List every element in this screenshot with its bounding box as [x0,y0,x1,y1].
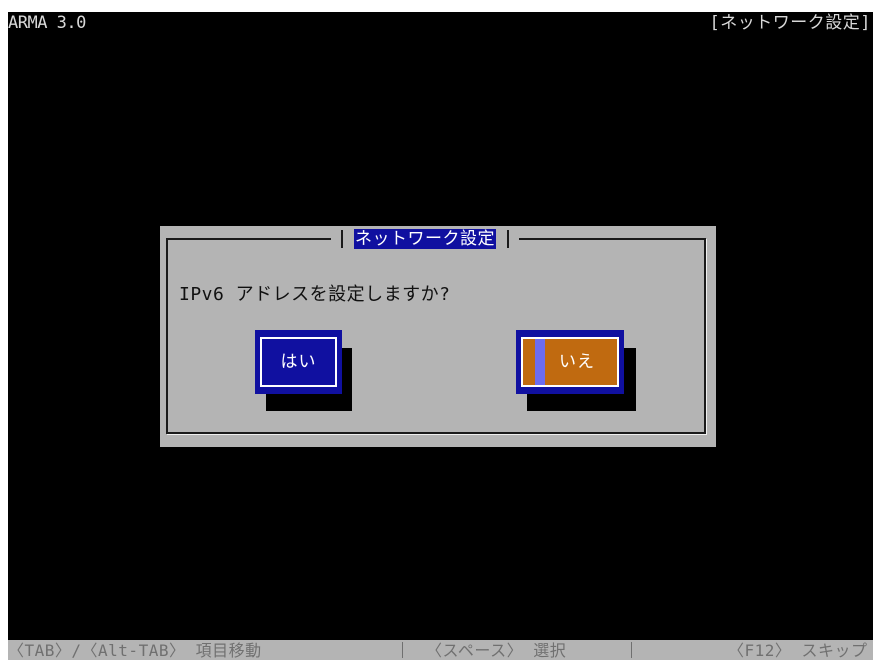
yes-button-frame: はい [260,337,337,387]
top-bar: ARMA 3.0 [ネットワーク設定] [8,12,873,34]
terminal-screen: ARMA 3.0 [ネットワーク設定] ネットワーク設定 IPv6 アドレスを設… [8,12,873,660]
status-divider [631,642,632,658]
status-divider [402,642,403,658]
status-hint-f12: 〈F12〉 スキップ [728,641,868,660]
no-button-label: いえ [559,352,595,372]
no-button-frame: いえ [521,337,619,387]
screen-title: [ネットワーク設定] [709,13,871,33]
no-button-focus-highlight: いえ [523,339,617,385]
title-right-divider [507,230,509,248]
status-bar: 〈TAB〉/〈Alt-TAB〉 項目移動 〈スペース〉 選択 〈F12〉 スキッ… [8,640,873,660]
no-button[interactable]: いえ [516,330,624,394]
text-cursor [535,339,545,385]
dialog-question: IPv6 アドレスを設定しますか? [179,284,451,305]
title-left-divider [341,230,343,248]
app-title: ARMA 3.0 [8,13,86,33]
status-hint-tab: 〈TAB〉/〈Alt-TAB〉 項目移動 [8,641,262,660]
yes-button-label: はい [280,352,317,372]
network-settings-dialog: ネットワーク設定 IPv6 アドレスを設定しますか? はい いえ [160,226,716,447]
status-hint-space: 〈スペース〉 選択 [426,641,567,660]
yes-button[interactable]: はい [255,330,342,394]
dialog-title-area: ネットワーク設定 [331,228,519,250]
dialog-title: ネットワーク設定 [354,229,496,249]
